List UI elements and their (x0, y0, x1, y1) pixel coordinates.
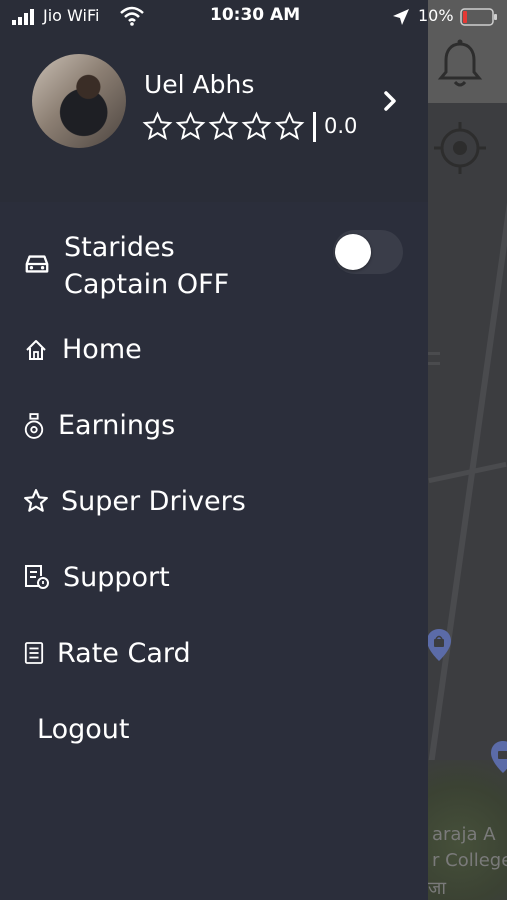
toggle-knob (335, 234, 371, 270)
money-bag-icon (24, 413, 44, 439)
navigation-drawer: Uel Abhs 0.0 Starides Captain OFF Home E… (0, 0, 428, 900)
captain-status-label-line1: Starides (64, 232, 175, 263)
map-road (428, 352, 440, 355)
shopping-marker-icon[interactable] (490, 740, 507, 774)
map-place-label: r College (432, 850, 507, 871)
map-background[interactable]: araja A r College जा (428, 0, 507, 900)
location-arrow-icon (393, 9, 409, 25)
menu-label-support: Support (63, 562, 170, 593)
status-bar: Jio WiFi 10:30 AM 10% (0, 0, 507, 34)
captain-status-toggle[interactable] (333, 230, 403, 274)
menu-item-logout[interactable]: Logout (0, 698, 428, 762)
star-icon (208, 111, 239, 140)
carrier-name: Jio WiFi (43, 6, 100, 25)
menu-label-rate-card: Rate Card (57, 638, 191, 669)
star-icon (142, 111, 173, 140)
support-ticket-icon (25, 565, 49, 589)
menu-item-home[interactable]: Home (0, 318, 428, 382)
captain-status-label-line2: Captain OFF (64, 269, 230, 300)
star-icon (175, 111, 206, 140)
user-name: Uel Abhs (144, 70, 255, 99)
bell-icon[interactable] (436, 38, 484, 90)
map-road (428, 362, 440, 365)
battery-icon (460, 8, 497, 26)
avatar[interactable] (32, 54, 126, 148)
menu-item-earnings[interactable]: Earnings (0, 394, 428, 458)
menu-label-super-drivers: Super Drivers (61, 486, 246, 517)
rating-stars (142, 111, 305, 142)
menu-item-support[interactable]: Support (0, 546, 428, 610)
shopping-marker-icon[interactable] (428, 628, 452, 662)
wifi-icon (120, 6, 144, 26)
cellular-signal-icon (12, 9, 34, 25)
car-icon (25, 255, 49, 273)
chevron-right-icon[interactable] (381, 90, 399, 112)
star-icon (274, 111, 305, 140)
menu-label-earnings: Earnings (58, 410, 176, 441)
status-time: 10:30 AM (210, 5, 301, 25)
rating-divider (313, 112, 316, 142)
map-place-label: जा (428, 878, 447, 899)
menu-item-rate-card[interactable]: Rate Card (0, 622, 428, 686)
menu-label-logout: Logout (37, 714, 130, 745)
menu-label-home: Home (62, 334, 142, 365)
star-icon (241, 111, 272, 140)
rating-value: 0.0 (324, 114, 358, 138)
map-place-label: araja A (432, 824, 496, 845)
rate-card-icon (24, 642, 44, 664)
menu-item-super-drivers[interactable]: Super Drivers (0, 470, 428, 534)
battery-percentage: 10% (418, 6, 454, 25)
home-icon (26, 340, 46, 360)
star-icon (24, 489, 48, 512)
locate-me-icon[interactable] (432, 118, 494, 180)
